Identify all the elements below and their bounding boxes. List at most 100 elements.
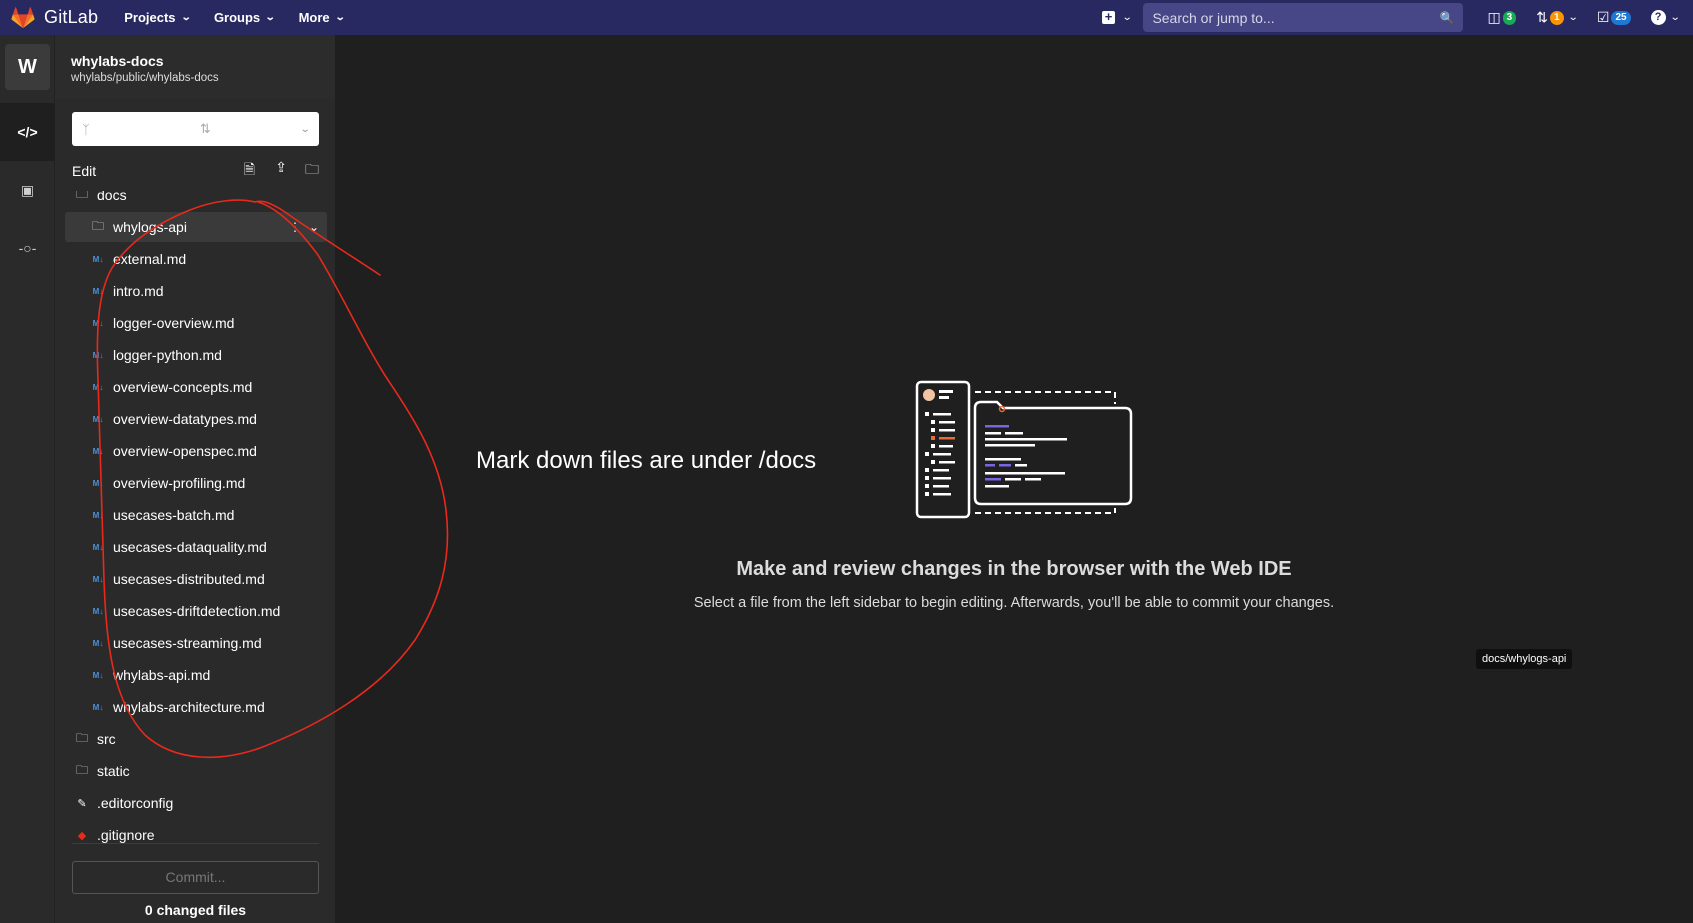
- plus-square-icon: +: [1102, 10, 1116, 24]
- tree-file-row[interactable]: M↓ overview-openspec.md: [65, 436, 327, 466]
- commit-button[interactable]: Commit...: [72, 861, 319, 894]
- file-tree-toolbar: Edit 🗎 ⇪ 🗀: [72, 159, 319, 183]
- chevron-down-icon: ⌄: [1567, 12, 1579, 23]
- tree-file-row[interactable]: ✎ .editorconfig: [65, 788, 327, 818]
- path-tooltip: docs/whylogs-api: [1476, 649, 1573, 669]
- merge-request-icon: ⇅: [199, 121, 211, 136]
- tree-file-row[interactable]: M↓ overview-datatypes.md: [65, 404, 327, 434]
- review-icon: ▣: [20, 181, 35, 198]
- help-icon: ?: [1650, 10, 1666, 25]
- merge-request-icon: ⇅: [1536, 9, 1548, 25]
- tree-folder-row[interactable]: 🗀 src: [65, 724, 327, 754]
- markdown-file-icon: M↓: [92, 318, 104, 328]
- markdown-file-icon: M↓: [92, 638, 104, 648]
- tree-file-row[interactable]: M↓ logger-overview.md: [65, 308, 327, 338]
- divider: [72, 843, 319, 844]
- code-icon: </>: [17, 124, 38, 140]
- tree-file-row[interactable]: M↓ whylabs-api.md: [65, 660, 327, 690]
- tree-file-row[interactable]: M↓ logger-python.md: [65, 340, 327, 370]
- top-navbar: GitLab Projects ⌄ Groups ⌄ More ⌄ + ⌄ 🔍 …: [0, 0, 1693, 35]
- merge-requests-dropdown[interactable]: ⇅ 1 ⌄: [1536, 9, 1579, 26]
- annotation-text: Mark down files are under /docs: [476, 447, 817, 474]
- nav-groups[interactable]: Groups ⌄: [202, 0, 287, 35]
- markdown-file-icon: M↓: [92, 510, 104, 520]
- changed-files-count: 0 changed files: [144, 902, 247, 918]
- issues-link[interactable]: ◫ 3: [1487, 9, 1517, 26]
- folder-icon: 🗀: [91, 218, 104, 233]
- tree-item-label: overview-datatypes.md: [113, 411, 257, 427]
- tree-file-row[interactable]: M↓ intro.md: [65, 276, 327, 306]
- folder-icon: 🗀: [75, 730, 88, 745]
- chevron-down-icon[interactable]: ⌄: [309, 220, 319, 234]
- tree-item-label: external.md: [113, 251, 187, 267]
- tree-item-label: whylabs-architecture.md: [113, 699, 265, 715]
- tree-file-row[interactable]: M↓ usecases-batch.md: [65, 500, 327, 530]
- branch-selector[interactable]: ᛉ ⇅ ⌄: [72, 112, 319, 146]
- merge-requests-count-badge: 1: [1549, 10, 1564, 25]
- tree-file-row[interactable]: M↓ external.md: [65, 244, 327, 274]
- new-directory-icon[interactable]: 🗀: [287, 159, 319, 183]
- tree-item-label: .gitignore: [97, 827, 155, 843]
- tree-folder-row[interactable]: 🗀 whylogs-api ⋮ ⌄: [65, 212, 327, 242]
- help-dropdown[interactable]: ? ⌄: [1650, 10, 1681, 25]
- git-file-icon: ◆: [77, 829, 87, 842]
- tree-file-row[interactable]: M↓ whylabs-architecture.md: [65, 692, 327, 722]
- markdown-file-icon: M↓: [92, 670, 104, 680]
- tree-file-row[interactable]: ◆ .gitignore: [65, 820, 327, 850]
- new-file-icon[interactable]: 🗎: [223, 159, 255, 183]
- more-actions-icon[interactable]: ⋮: [289, 220, 301, 234]
- new-dropdown[interactable]: + ⌄: [1102, 10, 1133, 24]
- gitlab-brand[interactable]: GitLab: [0, 0, 98, 35]
- nav-right: + ⌄ 🔍 ◫ 3 ⇅ 1 ⌄ ☑ 25 ? ⌄: [1102, 0, 1693, 35]
- nav-more-label: More: [298, 10, 330, 25]
- tree-item-label: intro.md: [113, 283, 164, 299]
- todos-link[interactable]: ☑ 25: [1597, 9, 1631, 26]
- gitlab-logo-icon: [11, 6, 35, 28]
- folder-icon: 🗀: [75, 191, 88, 201]
- folder-icon: 🗀: [75, 762, 88, 777]
- editorconfig-file-icon: ✎: [77, 797, 87, 810]
- project-header[interactable]: whylabs-docs whylabs/public/whylabs-docs: [55, 35, 335, 99]
- markdown-file-icon: M↓: [92, 574, 104, 584]
- ide-activity-bar: W </> ▣ -○-: [0, 35, 55, 923]
- tree-item-label: docs: [97, 191, 127, 203]
- project-name: whylabs-docs: [71, 53, 164, 69]
- edit-mode-button[interactable]: </>: [0, 103, 55, 161]
- tree-folder-row[interactable]: 🗀 docs: [65, 191, 327, 210]
- tree-file-row[interactable]: M↓ usecases-distributed.md: [65, 564, 327, 594]
- row-actions: ⋮ ⌄: [281, 220, 327, 234]
- markdown-file-icon: M↓: [92, 382, 104, 392]
- project-avatar[interactable]: W: [5, 44, 50, 90]
- review-mode-button[interactable]: ▣: [0, 161, 55, 219]
- todos-count-badge: 25: [1611, 10, 1631, 25]
- tree-file-row[interactable]: M↓ usecases-dataquality.md: [65, 532, 327, 562]
- nav-groups-label: Groups: [213, 10, 261, 25]
- tree-item-label: overview-openspec.md: [113, 443, 257, 459]
- markdown-file-icon: M↓: [92, 702, 104, 712]
- tree-item-label: static: [97, 763, 130, 779]
- empty-state-subtitle: Select a file from the left sidebar to b…: [693, 595, 1335, 611]
- commit-mode-button[interactable]: -○-: [0, 219, 55, 277]
- search-input[interactable]: [1152, 9, 1440, 26]
- tree-folder-row[interactable]: 🗀 static: [65, 756, 327, 786]
- editor-area: Mark down files are under /docs Make and…: [335, 35, 1693, 923]
- tree-file-row[interactable]: M↓ overview-concepts.md: [65, 372, 327, 402]
- tree-item-label: whylogs-api: [113, 219, 187, 235]
- markdown-file-icon: M↓: [92, 478, 104, 488]
- tree-item-label: overview-concepts.md: [113, 379, 253, 395]
- nav-projects[interactable]: Projects ⌄: [112, 0, 202, 35]
- tree-item-label: usecases-distributed.md: [113, 571, 265, 587]
- upload-icon[interactable]: ⇪: [255, 159, 287, 183]
- tree-item-label: usecases-batch.md: [113, 507, 235, 523]
- issues-count-badge: 3: [1502, 10, 1517, 25]
- markdown-file-icon: M↓: [92, 414, 104, 424]
- tree-file-row[interactable]: M↓ usecases-driftdetection.md: [65, 596, 327, 626]
- tree-item-label: whylabs-api.md: [113, 667, 211, 683]
- tree-item-label: overview-profiling.md: [113, 475, 246, 491]
- nav-more[interactable]: More ⌄: [287, 0, 356, 35]
- markdown-file-icon: M↓: [92, 350, 104, 360]
- tree-file-row[interactable]: M↓ usecases-streaming.md: [65, 628, 327, 658]
- chevron-down-icon: ⌄: [1669, 12, 1681, 23]
- tree-file-row[interactable]: M↓ overview-profiling.md: [65, 468, 327, 498]
- file-sidebar: ᛉ ⇅ ⌄ Edit 🗎 ⇪ 🗀 🗀 docs 🗀 whylogs-api ⋮ ⌄ M↓ ex…: [55, 99, 335, 923]
